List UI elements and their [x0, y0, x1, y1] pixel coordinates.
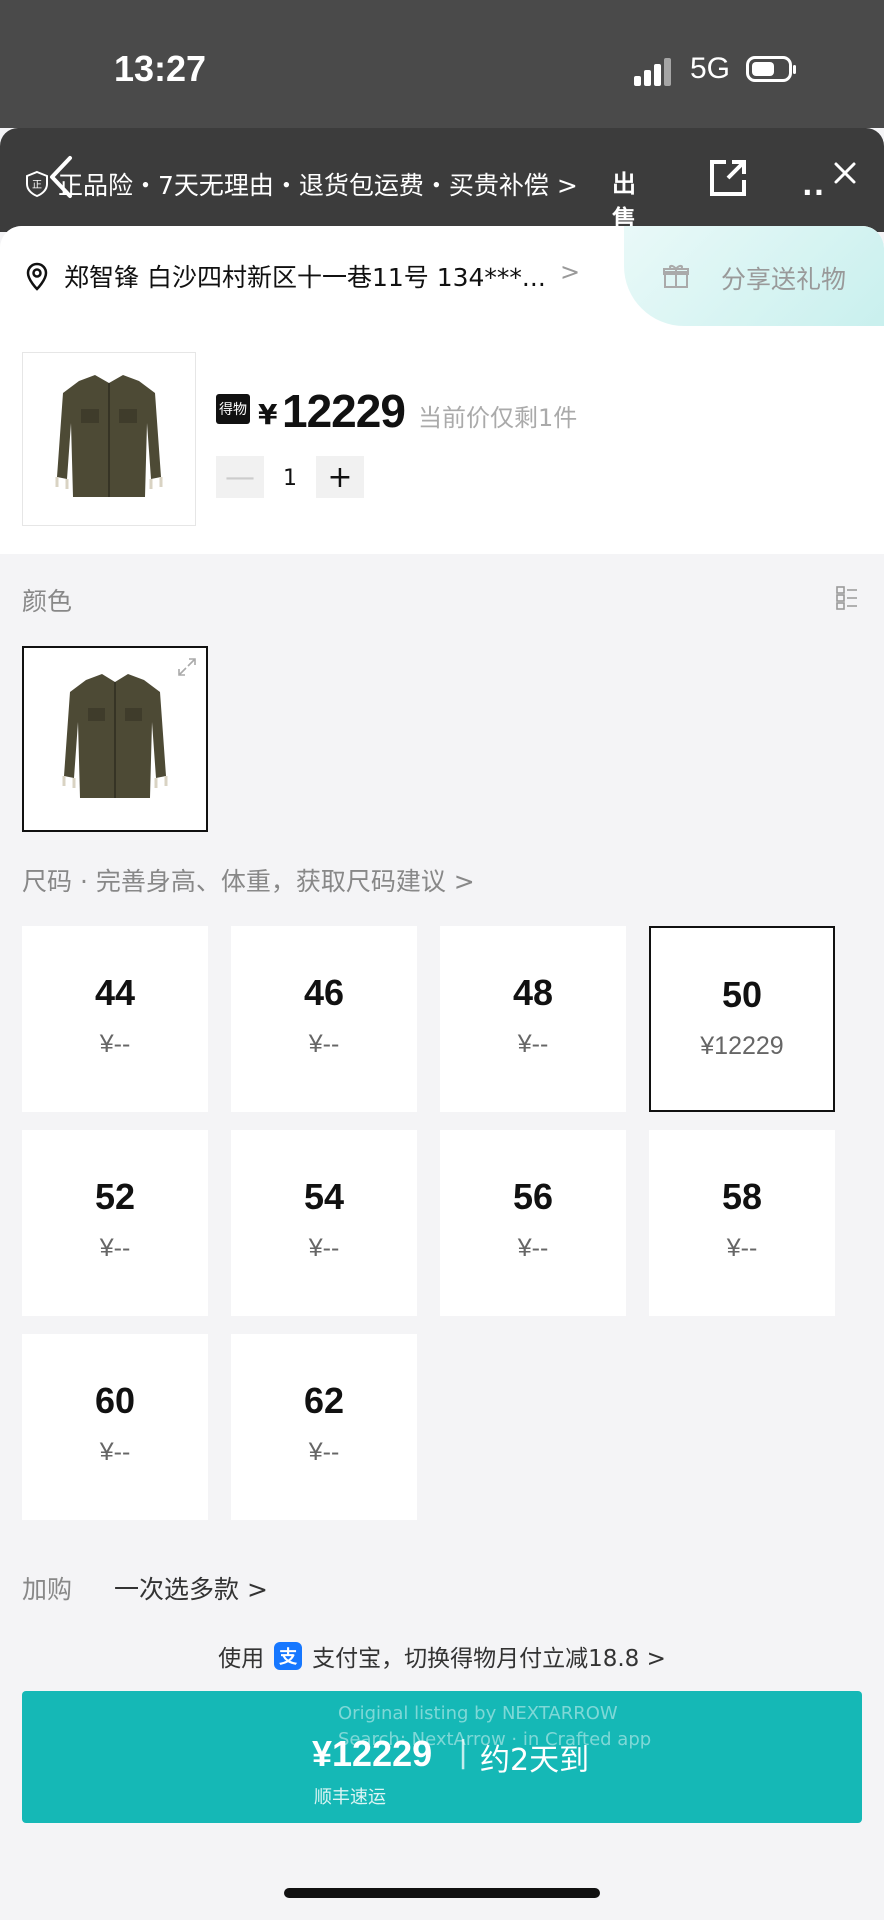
color-option-olive[interactable] — [22, 646, 208, 832]
guarantee-banner[interactable]: 正 正品险・7天无理由・退货包运费・买贵补偿 > — [24, 166, 578, 202]
size-price: ¥-- — [99, 1438, 131, 1466]
battery-icon — [746, 56, 796, 82]
size-value: 52 — [94, 1176, 136, 1217]
size-price: ¥-- — [308, 1438, 340, 1466]
size-option-54[interactable]: 54 ¥-- — [231, 1130, 417, 1316]
payment-promo-prefix: 使用 — [218, 1646, 265, 1672]
size-value: 54 — [303, 1176, 345, 1217]
size-price: ¥-- — [308, 1030, 340, 1058]
size-price: ¥-- — [726, 1234, 758, 1262]
cellular-signal-icon — [634, 58, 674, 86]
addon-multi-select-link[interactable]: 一次选多款 > — [114, 1570, 268, 1606]
status-time: 13:27 — [114, 48, 207, 89]
size-option-48[interactable]: 48 ¥-- — [440, 926, 626, 1112]
share-gift-button[interactable]: 分享送礼物 — [624, 226, 884, 326]
quantity-value: 1 — [283, 466, 297, 491]
size-option-58[interactable]: 58 ¥-- — [649, 1130, 835, 1316]
size-value: 58 — [721, 1176, 763, 1217]
chevron-right-icon: > — [560, 258, 581, 286]
quantity-increase-button[interactable]: + — [316, 456, 364, 498]
product-price: 12229 — [282, 385, 406, 437]
size-price: ¥12229 — [700, 1032, 784, 1060]
size-price: ¥-- — [99, 1030, 131, 1058]
gift-icon — [663, 265, 689, 288]
size-option-52[interactable]: 52 ¥-- — [22, 1130, 208, 1316]
product-thumbnail[interactable] — [22, 352, 196, 526]
buy-price: ¥12229 — [312, 1733, 433, 1774]
size-price: ¥-- — [517, 1030, 549, 1058]
size-option-56[interactable]: 56 ¥-- — [440, 1130, 626, 1316]
close-icon[interactable] — [830, 158, 860, 188]
svg-text:正: 正 — [32, 180, 42, 191]
size-price: ¥-- — [308, 1234, 340, 1262]
home-indicator — [284, 1888, 600, 1898]
product-summary: 得物 ¥ 12229 当前价仅剩1件 — 1 + — [0, 326, 884, 554]
size-value: 46 — [303, 972, 345, 1013]
size-value: 44 — [94, 972, 136, 1013]
quantity-decrease-button[interactable]: — — [216, 456, 264, 498]
location-pin-icon — [26, 262, 48, 291]
product-top-bar: 正 正品险・7天无理由・退货包运费・买贵补偿 > 出售 ·· — [0, 128, 884, 233]
list-view-icon[interactable] — [836, 586, 858, 610]
payment-promo[interactable]: 使用 支 支付宝，切换得物月付立减18.8 > — [0, 1636, 884, 1676]
delivery-eta: 约2天到 — [480, 1743, 590, 1778]
back-arrow-icon[interactable] — [44, 154, 78, 200]
size-value: 62 — [303, 1380, 345, 1421]
price-currency: ¥ — [258, 398, 278, 431]
network-type: 5G — [690, 52, 731, 85]
guarantee-text: 正品险・7天无理由・退货包运费・买贵补偿 > — [58, 171, 578, 200]
buy-button[interactable]: Original listing by NEXTARROW Search: Ne… — [22, 1691, 862, 1823]
watermark-line1: Original listing by NEXTARROW — [338, 1703, 618, 1724]
alipay-icon: 支 — [274, 1642, 303, 1670]
status-bar: 13:27 5G — [0, 0, 884, 128]
expand-icon[interactable] — [176, 656, 198, 678]
size-section-label[interactable]: 尺码 · 完善身高、体重，获取尺码建议 > — [22, 862, 475, 898]
jacket-image — [55, 375, 163, 497]
share-gift-label: 分享送礼物 — [720, 265, 846, 294]
shipping-address: 郑智锋 白沙四村新区十一巷11号 134***... — [64, 263, 546, 292]
size-option-60[interactable]: 60 ¥-- — [22, 1334, 208, 1520]
shipping-carrier: 顺丰速运 — [314, 1787, 386, 1808]
addon-label: 加购 — [22, 1575, 73, 1604]
sell-label: 出售 — [612, 170, 636, 233]
stock-note: 当前价仅剩1件 — [418, 404, 578, 432]
buy-separator: | — [458, 1735, 469, 1770]
size-value: 60 — [94, 1380, 136, 1421]
color-section-label: 颜色 — [22, 587, 73, 616]
size-option-50[interactable]: 50 ¥12229 — [649, 926, 835, 1112]
share-icon[interactable] — [706, 156, 750, 200]
size-value: 50 — [721, 974, 763, 1015]
sell-button[interactable]: 出售 — [612, 158, 652, 233]
size-option-62[interactable]: 62 ¥-- — [231, 1334, 417, 1520]
dewu-logo-badge: 得物 — [216, 394, 250, 424]
size-option-44[interactable]: 44 ¥-- — [22, 926, 208, 1112]
size-price: ¥-- — [517, 1234, 549, 1262]
more-icon[interactable]: ·· — [802, 176, 825, 209]
size-option-46[interactable]: 46 ¥-- — [231, 926, 417, 1112]
size-price: ¥-- — [99, 1234, 131, 1262]
purchase-sheet: 分享送礼物 郑智锋 白沙四村新区十一巷11号 134***... > 得物 ¥ … — [0, 226, 884, 1920]
address-row[interactable]: 分享送礼物 郑智锋 白沙四村新区十一巷11号 134***... > — [0, 226, 884, 326]
size-value: 56 — [512, 1176, 554, 1217]
size-value: 48 — [512, 972, 554, 1013]
payment-promo-text: 支付宝，切换得物月付立减18.8 > — [312, 1646, 666, 1672]
